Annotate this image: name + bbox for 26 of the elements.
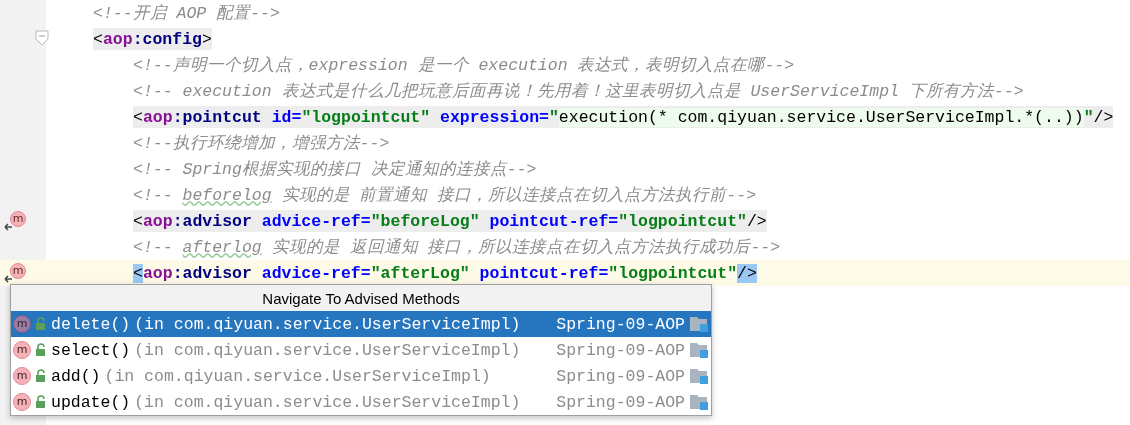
method-icon: m — [13, 367, 31, 385]
module-folder-icon — [689, 315, 709, 333]
module-folder-icon — [689, 367, 709, 385]
code-line: <!-- afterlog 实现的是 返回通知 接口，所以连接点在切入点方法执行成功后--> — [133, 236, 781, 258]
popup-title: Navigate To Advised Methods — [261, 288, 461, 309]
code-line: <!--开启 AOP 配置--> — [93, 3, 280, 24]
code-line: <!-- Spring根据实现的接口 决定通知的连接点--> — [133, 159, 537, 180]
method-icon: m — [13, 341, 31, 359]
code-line: <!--声明一个切入点，expression 是一个 execution 表达式，表明切入点在哪--> — [133, 55, 795, 76]
lock-icon — [35, 343, 47, 357]
method-icon: m — [13, 315, 31, 333]
lock-icon — [35, 369, 47, 383]
method-icon: m — [13, 393, 31, 411]
module-folder-icon — [689, 393, 709, 411]
method-list-item[interactable]: m add() (in com.qiyuan.service.UserServiceImpl) Spring-09-AOP — [11, 363, 711, 389]
code-line: <!-- execution 表达式是什么几把玩意后面再说！先用着！这里表明切入点是 UserServiceImpl 下所有方法--> — [133, 81, 1024, 102]
code-line: <!--执行环绕增加，增强方法--> — [133, 133, 390, 154]
method-list-item[interactable]: m update() (in com.qiyuan.service.UserServiceImpl) Spring-09-AOP — [11, 389, 711, 415]
code-line: <aop:advisor advice-ref="afterLog" pointcut-ref="logpointcut"/> — [133, 262, 757, 284]
method-list-item[interactable]: m select() (in com.qiyuan.service.UserServiceImpl) Spring-09-AOP — [11, 337, 711, 363]
lock-icon — [35, 317, 47, 331]
lock-icon — [35, 395, 47, 409]
method-list-item[interactable]: m delete() (in com.qiyuan.service.UserServiceImpl) Spring-09-AOP — [11, 311, 711, 337]
code-line: <!-- beforelog 实现的是 前置通知 接口，所以连接点在切入点方法执行前--> — [133, 184, 757, 206]
module-folder-icon — [689, 341, 709, 359]
fold-icon[interactable] — [35, 30, 49, 46]
